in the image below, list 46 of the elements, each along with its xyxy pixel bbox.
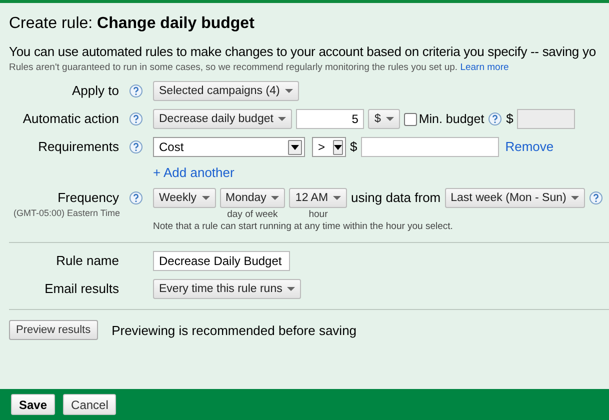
checkbox-label: Min. budget — [418, 112, 484, 126]
label-text: using data from — [351, 189, 441, 207]
dialog-title: Create rule: Change daily budget — [9, 15, 256, 33]
timezone-label: (GMT-05:00) Eastern Time — [12, 208, 120, 218]
caption-text: day of week — [227, 209, 278, 220]
caption-text: hour — [308, 209, 328, 220]
number-field[interactable]: 5 — [296, 109, 364, 129]
dropdown[interactable]: Every time this rule runs — [153, 279, 302, 299]
label-text: $ — [506, 110, 514, 128]
select-value: Cost — [159, 140, 185, 154]
hint-text: Note that a rule can start running at any time within the hour you select. — [153, 221, 454, 232]
preview-message: Previewing is recommended before saving — [112, 322, 357, 338]
dropdown[interactable]: Selected campaigns (4) — [153, 81, 299, 101]
remove-link[interactable]: Remove — [505, 137, 554, 157]
select-field[interactable]: > — [312, 137, 346, 157]
help-icon[interactable] — [488, 112, 502, 126]
help-icon[interactable] — [129, 140, 143, 154]
field-label: Requirements — [37, 138, 119, 156]
field-label: Rule name — [55, 252, 119, 270]
learn-more-link[interactable]: Learn more — [460, 62, 509, 73]
dropdown[interactable]: Decrease daily budget — [153, 109, 292, 129]
save-button[interactable]: Save — [11, 394, 56, 415]
preview-button[interactable]: Preview results — [9, 320, 98, 340]
cancel-button[interactable]: Cancel — [63, 394, 116, 415]
select-field[interactable]: Cost — [153, 137, 305, 157]
field-label: Frequency — [56, 189, 119, 207]
field-label: Email results — [44, 280, 119, 298]
note-text: Rules aren't guaranteed to run in some cases, so we recommend regularly monitoring the rules you set up. Learn more — [9, 62, 510, 73]
dropdown[interactable]: $ — [368, 109, 400, 129]
dropdown[interactable]: Monday — [220, 188, 286, 208]
input-field[interactable] — [361, 137, 500, 157]
dropdown[interactable]: Weekly — [153, 188, 216, 208]
help-icon[interactable] — [129, 112, 143, 126]
help-icon[interactable] — [589, 191, 604, 205]
field-label: Apply to — [71, 82, 119, 100]
intro-text: You can use automated rules to make changes to your account based on criteria you specify -- saving yo — [9, 44, 597, 59]
select-value: > — [318, 140, 326, 154]
label-text: $ — [350, 138, 358, 156]
dropdown[interactable]: Last week (Mon - Sun) — [444, 188, 586, 208]
add-another-link[interactable]: + Add another — [153, 165, 234, 180]
input-field[interactable]: Decrease Daily Budget — [153, 251, 290, 271]
help-icon[interactable] — [129, 191, 143, 205]
help-icon[interactable] — [129, 84, 143, 98]
checkbox[interactable] — [404, 112, 417, 126]
field-label: Automatic action — [22, 110, 119, 128]
dropdown[interactable]: 12 AM — [289, 188, 348, 208]
